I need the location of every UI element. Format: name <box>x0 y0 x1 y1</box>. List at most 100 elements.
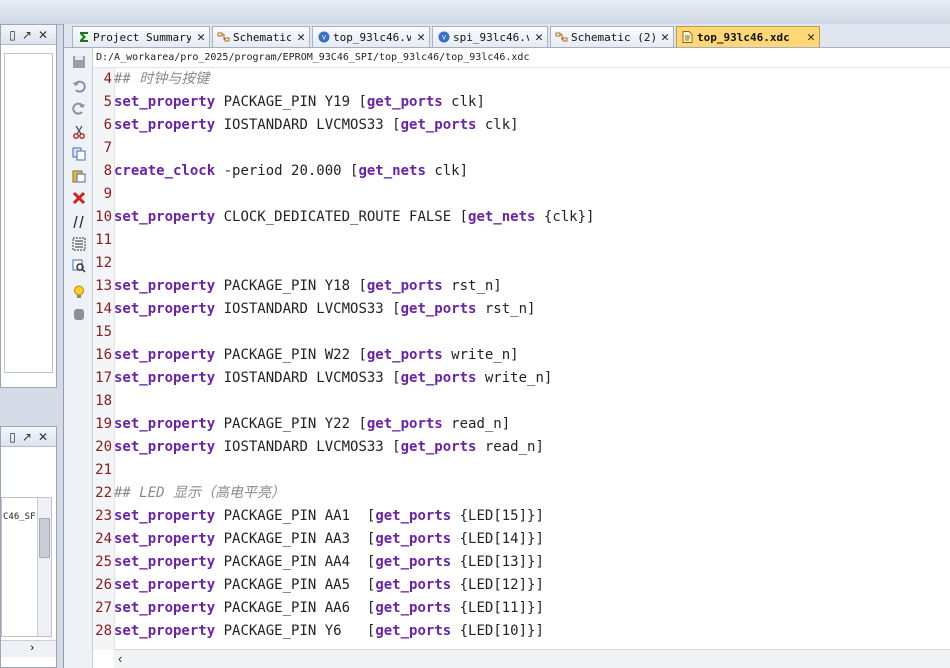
code-line[interactable]: 20 set_property IOSTANDARD LVCMOS33 [get_… <box>93 436 544 459</box>
code-line[interactable]: 21 <box>93 459 114 482</box>
code-line[interactable]: 9 <box>93 183 114 206</box>
block-select-icon[interactable] <box>71 236 87 252</box>
line-number: 18 <box>95 393 112 409</box>
code-line[interactable]: 26 set_property PACKAGE_PIN AA5 [get_port… <box>93 574 544 597</box>
close-icon[interactable]: ✕ <box>417 30 425 45</box>
horizontal-scrollbar[interactable]: › <box>1 640 56 657</box>
tree-item-partial[interactable]: C46_SF <box>3 512 36 522</box>
editor-toolbar <box>64 48 93 668</box>
horizontal-scrollbar[interactable]: ‹ <box>114 649 950 668</box>
line-number: 25 <box>95 554 112 570</box>
close-icon[interactable]: ✕ <box>38 431 48 443</box>
line-number: 8 <box>103 163 112 179</box>
sigma-icon <box>77 31 90 44</box>
code-line[interactable]: 10 set_property CLOCK_DEDICATED_ROUTE FAL… <box>93 206 594 229</box>
tab-xdc-active[interactable]: top_93lc46.xdc ✕ <box>676 26 820 47</box>
code-line[interactable]: 6 set_property IOSTANDARD LVCMOS33 [get_p… <box>93 114 519 137</box>
code-line[interactable]: 16 set_property PACKAGE_PIN W22 [get_port… <box>93 344 518 367</box>
line-number: 19 <box>95 416 112 432</box>
code-text: set_property PACKAGE_PIN Y22 [get_ports … <box>114 416 511 432</box>
close-icon[interactable]: ✕ <box>197 30 205 45</box>
code-area[interactable]: 4 ## 时钟与按键 5 set_property PACKAGE_PIN Y19 [… <box>93 68 950 650</box>
code-line[interactable]: 12 <box>93 252 114 275</box>
line-number: 13 <box>95 278 112 294</box>
tab-schematic-2[interactable]: Schematic (2) ✕ <box>550 26 674 47</box>
code-text: ## LED 显示（高电平亮） <box>114 485 286 501</box>
comment-toggle-icon[interactable] <box>71 214 87 230</box>
vertical-scrollbar[interactable] <box>37 498 51 636</box>
code-text: set_property CLOCK_DEDICATED_ROUTE FALSE… <box>114 209 595 225</box>
verilog-icon: V <box>437 31 450 44</box>
close-icon[interactable]: ✕ <box>297 30 305 45</box>
code-text: set_property PACKAGE_PIN AA4 [get_ports … <box>114 554 544 570</box>
tab-label: spi_93lc46.v <box>453 30 530 44</box>
minimize-icon[interactable]: ▯ <box>9 431 16 443</box>
file-path: D:/A_workarea/pro_2025/program/EPROM_93C… <box>93 48 950 68</box>
tab-project-summary[interactable]: Project Summary ✕ <box>72 26 210 47</box>
float-icon[interactable]: ↗ <box>22 29 32 41</box>
line-number: 9 <box>103 186 112 202</box>
code-line[interactable]: 8 create_clock -period 20.000 [get_nets c… <box>93 160 468 183</box>
delete-icon[interactable] <box>71 190 87 206</box>
line-number: 11 <box>95 232 112 248</box>
undo-icon[interactable] <box>71 78 87 94</box>
redo-icon[interactable] <box>71 100 87 116</box>
line-number: 26 <box>95 577 112 593</box>
window-top-strip <box>0 0 950 25</box>
code-line[interactable]: 22 ## LED 显示（高电平亮） <box>93 482 285 505</box>
code-line[interactable]: 17 set_property IOSTANDARD LVCMOS33 [get_… <box>93 367 552 390</box>
code-line[interactable]: 25 set_property PACKAGE_PIN AA4 [get_port… <box>93 551 544 574</box>
tab-label: top_93lc46.xdc <box>697 30 790 44</box>
tab-top-verilog[interactable]: V top_93lc46.v ✕ <box>312 26 430 47</box>
code-line[interactable]: 24 set_property PACKAGE_PIN AA3 [get_port… <box>93 528 544 551</box>
code-text: set_property PACKAGE_PIN AA1 [get_ports … <box>114 508 544 524</box>
code-text: set_property IOSTANDARD LVCMOS33 [get_po… <box>114 370 553 386</box>
code-text: set_property PACKAGE_PIN Y18 [get_ports … <box>114 278 502 294</box>
code-text: set_property PACKAGE_PIN Y19 [get_ports … <box>114 94 485 110</box>
float-icon[interactable]: ↗ <box>22 431 32 443</box>
code-text: set_property PACKAGE_PIN AA3 [get_ports … <box>114 531 544 547</box>
paste-icon[interactable] <box>71 168 87 184</box>
lightbulb-icon[interactable] <box>71 284 87 300</box>
code-line[interactable]: 15 <box>93 321 114 344</box>
cut-icon[interactable] <box>71 124 87 140</box>
code-text: create_clock -period 20.000 [get_nets cl… <box>114 163 469 179</box>
close-icon[interactable]: ✕ <box>535 30 543 45</box>
close-icon[interactable]: ✕ <box>807 30 815 45</box>
code-line[interactable]: 28 set_property PACKAGE_PIN Y6 [get_ports… <box>93 620 544 643</box>
code-line[interactable]: 19 set_property PACKAGE_PIN Y22 [get_port… <box>93 413 510 436</box>
code-line[interactable]: 23 set_property PACKAGE_PIN AA1 [get_port… <box>93 505 544 528</box>
close-icon[interactable]: ✕ <box>661 30 669 45</box>
template-icon[interactable] <box>71 306 87 322</box>
code-text: set_property IOSTANDARD LVCMOS33 [get_po… <box>114 117 519 133</box>
code-line[interactable]: 14 set_property IOSTANDARD LVCMOS33 [get_… <box>93 298 535 321</box>
code-text: set_property PACKAGE_PIN AA6 [get_ports … <box>114 600 544 616</box>
tab-spi-verilog[interactable]: V spi_93lc46.v ✕ <box>432 26 548 47</box>
scroll-right-icon[interactable]: › <box>30 642 34 654</box>
line-number: 7 <box>103 140 112 156</box>
close-icon[interactable]: ✕ <box>38 29 48 41</box>
minimize-icon[interactable]: ▯ <box>9 29 16 41</box>
copy-icon[interactable] <box>71 146 87 162</box>
scroll-left-icon[interactable]: ‹ <box>118 650 122 668</box>
code-text: ## 时钟与按键 <box>114 71 210 87</box>
tab-schematic[interactable]: Schematic ✕ <box>212 26 310 47</box>
code-line[interactable]: 4 ## 时钟与按键 <box>93 68 210 91</box>
code-line[interactable]: 18 <box>93 390 114 413</box>
code-line[interactable]: 7 <box>93 137 114 160</box>
find-replace-icon[interactable] <box>71 258 87 274</box>
code-line[interactable]: 13 set_property PACKAGE_PIN Y18 [get_port… <box>93 275 502 298</box>
line-number: 24 <box>95 531 112 547</box>
code-line[interactable]: 11 <box>93 229 114 252</box>
line-number: 5 <box>103 94 112 110</box>
code-line[interactable]: 27 set_property PACKAGE_PIN AA6 [get_port… <box>93 597 544 620</box>
tab-bar: Project Summary ✕ Schematic ✕ V top_93lc… <box>64 24 950 48</box>
code-text: set_property PACKAGE_PIN AA5 [get_ports … <box>114 577 544 593</box>
code-line[interactable]: 5 set_property PACKAGE_PIN Y19 [get_ports… <box>93 91 485 114</box>
save-icon[interactable] <box>71 54 87 70</box>
line-number: 27 <box>95 600 112 616</box>
left-panel-top-content <box>4 53 53 373</box>
scrollbar-thumb[interactable] <box>39 518 50 558</box>
line-number: 10 <box>95 209 112 225</box>
schematic-icon <box>555 31 568 44</box>
